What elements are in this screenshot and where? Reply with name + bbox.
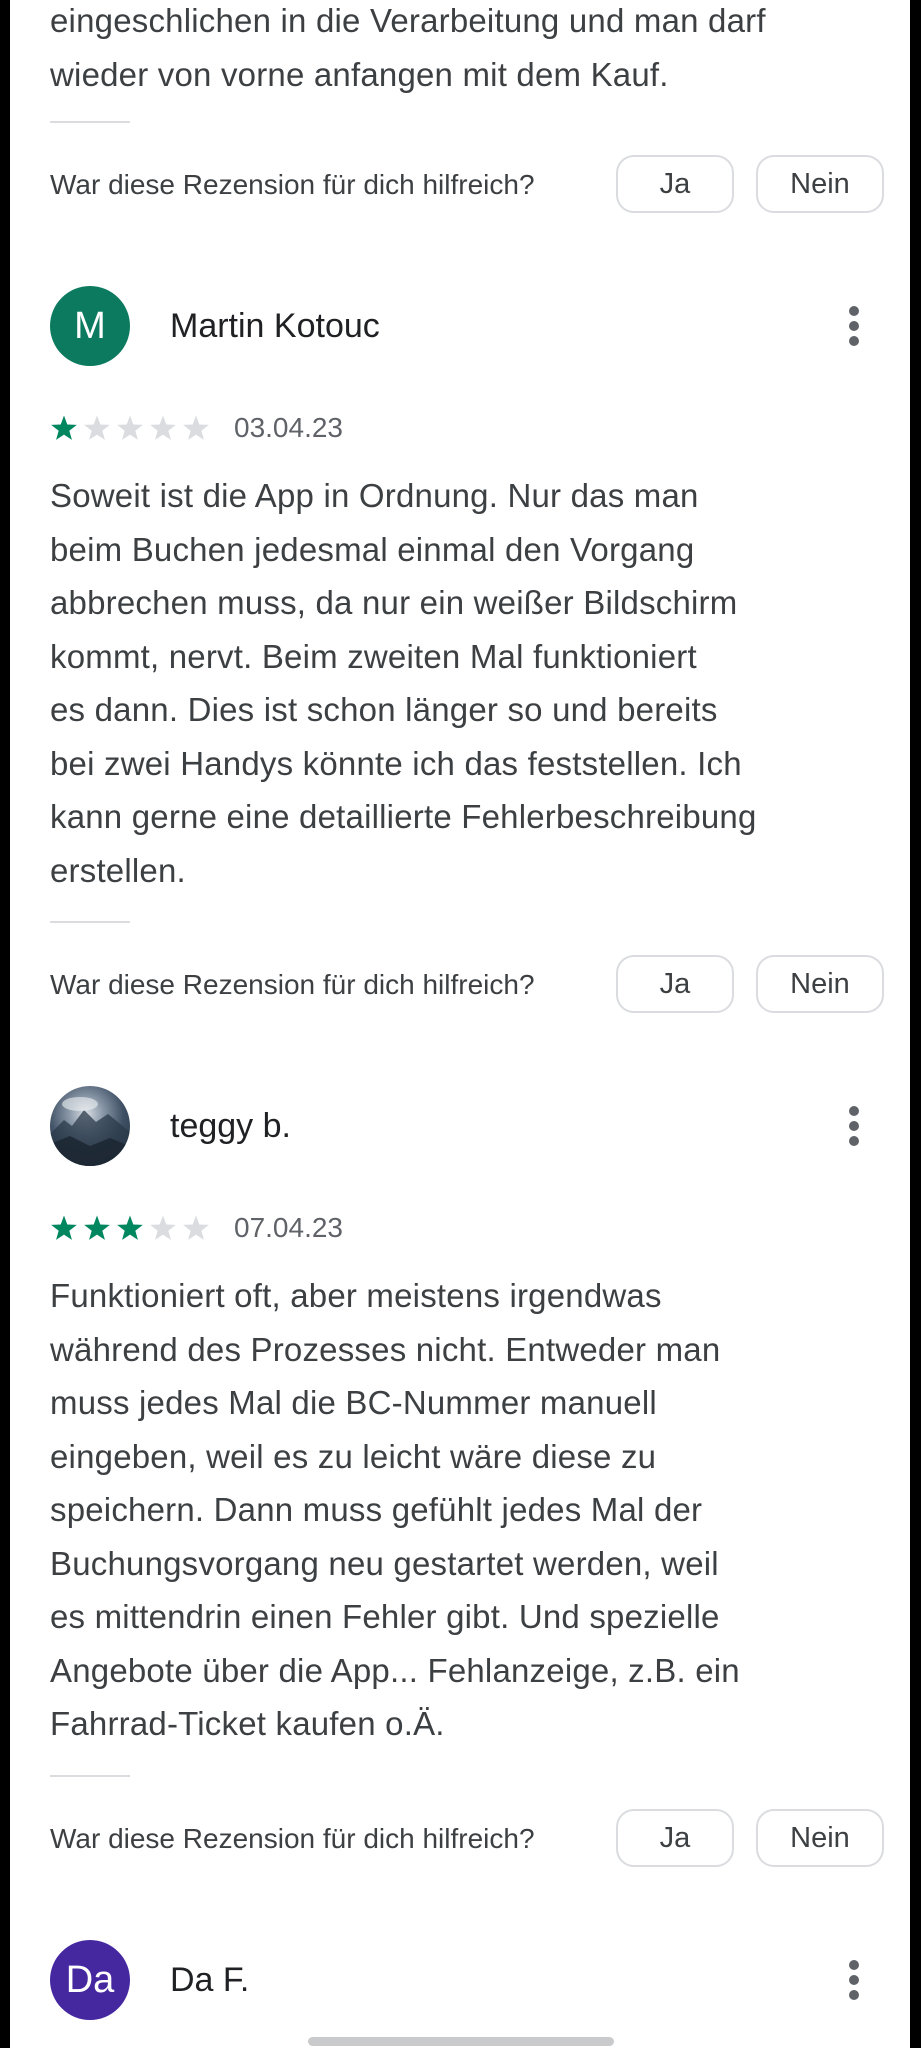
review-line: Soweit ist die App in Ordnung. Nur das m… xyxy=(50,477,699,514)
star-empty-icon xyxy=(183,415,209,440)
landscape-icon xyxy=(50,1097,130,1166)
review-date: 07.04.23 xyxy=(234,1212,343,1243)
review-line: eingeben, weil es zu leicht wäre diese z… xyxy=(50,1437,657,1475)
helpful-no-button[interactable]: Nein xyxy=(756,955,884,1013)
author-name: teggy b. xyxy=(170,1107,291,1145)
more-vert-icon[interactable] xyxy=(848,306,860,346)
review-text: Soweit ist die App in Ordnung. Nur das m… xyxy=(50,469,870,897)
helpful-yes-button[interactable]: Ja xyxy=(616,155,734,213)
divider xyxy=(50,1775,130,1777)
helpful-no-button[interactable]: Nein xyxy=(756,1809,884,1867)
review-line: wieder von vorne anfangen mit dem Kauf. xyxy=(50,55,669,93)
divider xyxy=(50,921,130,923)
review-line: Fahrrad-Ticket kaufen o.Ä. xyxy=(50,1705,445,1742)
star-empty-icon xyxy=(150,1215,176,1240)
review-line: abbrechen muss, da nur ein weißer Bildsc… xyxy=(50,584,738,621)
review-line: es mittendrin einen Fehler gibt. Und spe… xyxy=(50,1598,720,1635)
star-empty-icon xyxy=(84,415,110,440)
helpful-question: War diese Rezension für dich hilfreich? xyxy=(50,169,535,200)
star-filled-icon xyxy=(51,415,77,440)
review-line: kann gerne eine detaillierte Fehlerbesch… xyxy=(50,798,757,835)
review-text-previous: eingeschlichen in die Verarbeitung und m… xyxy=(50,0,870,101)
review-line: beim Buchen jedesmal einmal den Vorgang xyxy=(50,530,695,568)
author-name: Da F. xyxy=(170,1961,250,1999)
review-header: M Martin Kotouc xyxy=(50,286,870,366)
author-name: Martin Kotouc xyxy=(170,307,380,345)
helpful-question: War diese Rezension für dich hilfreich? xyxy=(50,969,535,1000)
avatar-letter: M xyxy=(74,304,106,347)
review-header: Da Da F. xyxy=(50,1940,870,2020)
more-vert-icon[interactable] xyxy=(848,1106,860,1146)
review-text: Funktioniert oft, aber meistens irgendwa… xyxy=(50,1269,870,1751)
star-rating xyxy=(51,415,209,440)
review-date: 03.04.23 xyxy=(234,412,343,443)
review-line: muss jedes Mal die BC-Nummer manuell xyxy=(50,1384,657,1421)
helpful-row: War diese Rezension für dich hilfreich? … xyxy=(50,155,884,215)
review-line: Angebote über die App... Fehlanzeige, z.… xyxy=(50,1651,740,1689)
avatar-photo xyxy=(50,1086,130,1166)
review-line: kommt, nervt. Beim zweiten Mal funktioni… xyxy=(50,637,697,675)
helpful-yes-button[interactable]: Ja xyxy=(616,955,734,1013)
avatar: M xyxy=(50,286,130,366)
review-line: es dann. Dies ist schon länger so und be… xyxy=(50,691,718,728)
avatar-letter: Da xyxy=(65,1958,115,2001)
helpful-yes-button[interactable]: Ja xyxy=(616,1809,734,1867)
helpful-row: War diese Rezension für dich hilfreich? … xyxy=(50,955,884,1015)
review-line: eingeschlichen in die Verarbeitung und m… xyxy=(50,2,766,39)
divider xyxy=(50,121,130,123)
helpful-question: War diese Rezension für dich hilfreich? xyxy=(50,1823,535,1854)
more-vert-icon[interactable] xyxy=(848,1960,860,2000)
star-empty-icon xyxy=(183,1215,209,1240)
home-indicator[interactable] xyxy=(308,2037,614,2046)
star-rating xyxy=(51,1215,209,1240)
star-filled-icon xyxy=(51,1215,77,1240)
review-header: teggy b. xyxy=(50,1086,870,1166)
star-empty-icon xyxy=(117,415,143,440)
helpful-row: War diese Rezension für dich hilfreich? … xyxy=(50,1809,884,1869)
review-line: Funktioniert oft, aber meistens irgendwa… xyxy=(50,1277,662,1314)
star-filled-icon xyxy=(117,1215,143,1240)
review-line: erstellen. xyxy=(50,851,186,889)
review-line: speichern. Dann muss gefühlt jedes Mal d… xyxy=(50,1491,703,1528)
helpful-no-button[interactable]: Nein xyxy=(756,155,884,213)
review-line: während des Prozesses nicht. Entweder ma… xyxy=(50,1330,721,1368)
review-line: Buchungsvorgang neu gestartet werden, we… xyxy=(50,1544,719,1582)
star-filled-icon xyxy=(84,1215,110,1240)
reviews-screen: eingeschlichen in die Verarbeitung und m… xyxy=(10,0,910,2048)
star-empty-icon xyxy=(150,415,176,440)
review-line: bei zwei Handys könnte ich das feststell… xyxy=(50,744,742,782)
avatar: Da xyxy=(50,1940,130,2020)
